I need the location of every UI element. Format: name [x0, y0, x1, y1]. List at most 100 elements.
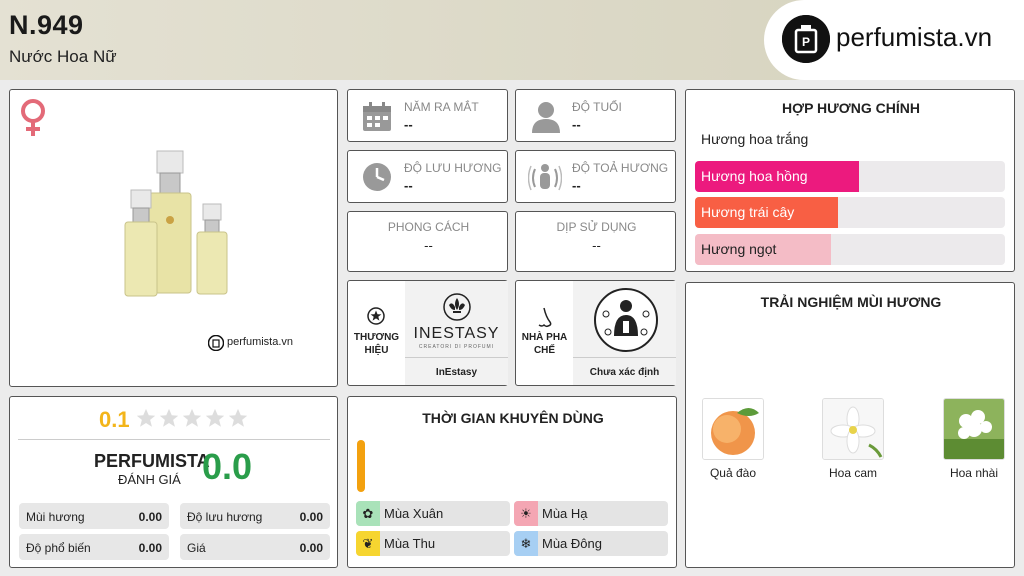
- flower-icon: ✿: [356, 501, 380, 526]
- accord-bar: Hương hoa hồng: [695, 161, 1005, 192]
- release-year-label: NĂM RA MẮT: [404, 100, 479, 114]
- rating-divider: [18, 439, 330, 440]
- star-icon[interactable]: [158, 407, 180, 429]
- header: N.949 Nước Hoa Nữ P perfumista.vn: [0, 0, 1024, 80]
- accord-name: Hương hoa hồng: [701, 168, 808, 184]
- metric-value: 0.00: [138, 510, 162, 524]
- scent-experience-card: TRẢI NGHIỆM MÙI HƯƠNG Quả đào Hoa cam Ho…: [685, 282, 1015, 568]
- accord-name: Hương hoa trắng: [701, 131, 809, 147]
- user-icon: [532, 102, 560, 133]
- season-winter: ❄ Mùa Đông: [514, 531, 668, 556]
- occasion-value: --: [592, 238, 601, 253]
- brand-name[interactable]: InEstasy: [405, 367, 508, 378]
- note-name: Hoa cam: [828, 466, 878, 480]
- product-watermark: perfumista.vn: [227, 336, 294, 348]
- season-spring: ✿ Mùa Xuân: [356, 501, 510, 526]
- age-card: ĐỘ TUỔI --: [515, 89, 676, 142]
- sun-icon: ☀: [514, 501, 538, 526]
- rating-label: ĐÁNH GIÁ: [118, 472, 181, 487]
- clock-icon: [363, 163, 391, 191]
- product-image-card: perfumista.vn: [9, 89, 338, 387]
- brand-divider: [405, 357, 508, 358]
- calendar-icon: [363, 102, 391, 131]
- main-accords-card: HỢP HƯƠNG CHÍNH Hương hoa trắng Hương ho…: [685, 89, 1015, 272]
- season-autumn: ❦ Mùa Thu: [356, 531, 510, 556]
- star-icon[interactable]: [204, 407, 226, 429]
- user-score: 0.1: [99, 407, 130, 432]
- metric-scent: Mùi hương 0.00: [19, 503, 169, 529]
- note-jasmine[interactable]: Hoa nhài: [929, 398, 1019, 480]
- release-year-value: --: [404, 117, 413, 132]
- longevity-label: ĐỘ LƯU HƯƠNG: [404, 161, 502, 175]
- note-orange-blossom[interactable]: Hoa cam: [808, 398, 898, 480]
- occasion-card: DỊP SỬ DỤNG --: [515, 211, 676, 272]
- leaf-icon: ❦: [356, 531, 380, 556]
- perfumer-name[interactable]: Chưa xác định: [573, 367, 676, 378]
- perfumista-watermark-icon: [208, 335, 224, 351]
- perfumer-label-1: NHÀ PHA: [521, 332, 568, 343]
- accord-name: Hương trái cây: [701, 204, 795, 220]
- time-of-day-indicator: [357, 440, 365, 492]
- metric-popularity: Độ phổ biến 0.00: [19, 534, 169, 560]
- brand-card[interactable]: THƯƠNG HIỆU INESTASY CREATORI DI PROFUMI…: [347, 280, 508, 386]
- season-name: Mùa Thu: [384, 536, 436, 551]
- occasion-label: DỊP SỬ DỤNG: [556, 220, 637, 234]
- metric-value: 0.00: [138, 541, 162, 555]
- brand-label-1: THƯƠNG: [353, 332, 400, 343]
- accord-bar: Hương trái cây: [695, 197, 1005, 228]
- longevity-card: ĐỘ LƯU HƯƠNG --: [347, 150, 508, 203]
- brand-logo-subtitle: CREATORI DI PROFUMI: [418, 344, 495, 350]
- metric-price: Giá 0.00: [180, 534, 330, 560]
- season-name: Mùa Xuân: [384, 506, 444, 521]
- longevity-value: --: [404, 178, 413, 193]
- brand-logo[interactable]: P perfumista.vn: [764, 0, 1024, 80]
- peach-image: [702, 398, 764, 460]
- star-rating[interactable]: [135, 407, 249, 429]
- style-label: PHONG CÁCH: [387, 220, 470, 234]
- star-icon[interactable]: [181, 407, 203, 429]
- note-name: Quả đào: [709, 466, 757, 480]
- star-icon[interactable]: [135, 407, 157, 429]
- metric-label: Độ lưu hương: [187, 510, 263, 524]
- product-category: Nước Hoa Nữ: [9, 47, 117, 66]
- note-peach[interactable]: Quả đào: [688, 398, 778, 480]
- metric-value: 0.00: [299, 510, 323, 524]
- metric-value: 0.00: [299, 541, 323, 555]
- perfume-bottle-logo-icon: P: [782, 15, 830, 63]
- season-name: Mùa Hạ: [542, 506, 588, 521]
- age-label: ĐỘ TUỔI: [572, 100, 622, 114]
- star-icon[interactable]: [227, 407, 249, 429]
- brand-logo-text: INESTASY: [413, 325, 500, 342]
- sillage-person-icon: [528, 164, 562, 191]
- jasmine-image: [943, 398, 1005, 460]
- brand-logo-text: perfumista.vn: [836, 22, 993, 52]
- recommended-time-card: THỜI GIAN KHUYÊN DÙNG ✿ Mùa Xuân ☀ Mùa H…: [347, 396, 677, 568]
- metric-label: Giá: [187, 541, 206, 555]
- nose-icon: [538, 307, 552, 328]
- release-year-card: NĂM RA MẮT --: [347, 89, 508, 142]
- brand-label-2: HIỆU: [364, 345, 389, 356]
- perfumista-score: 0.0: [202, 446, 253, 487]
- style-card: PHONG CÁCH --: [347, 211, 508, 272]
- metric-label: Mùi hương: [26, 510, 85, 524]
- product-code: N.949: [9, 10, 84, 40]
- perfumer-card[interactable]: NHÀ PHA CHẾ Chưa xác định: [515, 280, 676, 386]
- perfume-bottles-image: [124, 150, 228, 297]
- snowflake-icon: ❄: [514, 531, 538, 556]
- note-name: Hoa nhài: [949, 466, 999, 480]
- scent-experience-title: TRẢI NGHIỆM MÙI HƯƠNG: [760, 294, 942, 310]
- recommended-time-title: THỜI GIAN KHUYÊN DÙNG: [422, 410, 604, 426]
- style-value: --: [424, 238, 433, 253]
- female-symbol-icon: [21, 99, 45, 136]
- sillage-value: --: [572, 178, 581, 193]
- age-value: --: [572, 117, 581, 132]
- metric-label: Độ phổ biến: [26, 541, 91, 555]
- accord-bar: Hương ngọt: [695, 234, 1005, 265]
- star-badge-icon: [367, 307, 385, 325]
- perfumista-label: PERFUMISTA: [94, 451, 210, 471]
- accord-bar: Hương hoa trắng: [695, 124, 1005, 155]
- sillage-card: ĐỘ TOẢ HƯƠNG --: [515, 150, 676, 203]
- perfumer-divider: [573, 357, 676, 358]
- svg-text:P: P: [802, 35, 810, 49]
- season-summer: ☀ Mùa Hạ: [514, 501, 668, 526]
